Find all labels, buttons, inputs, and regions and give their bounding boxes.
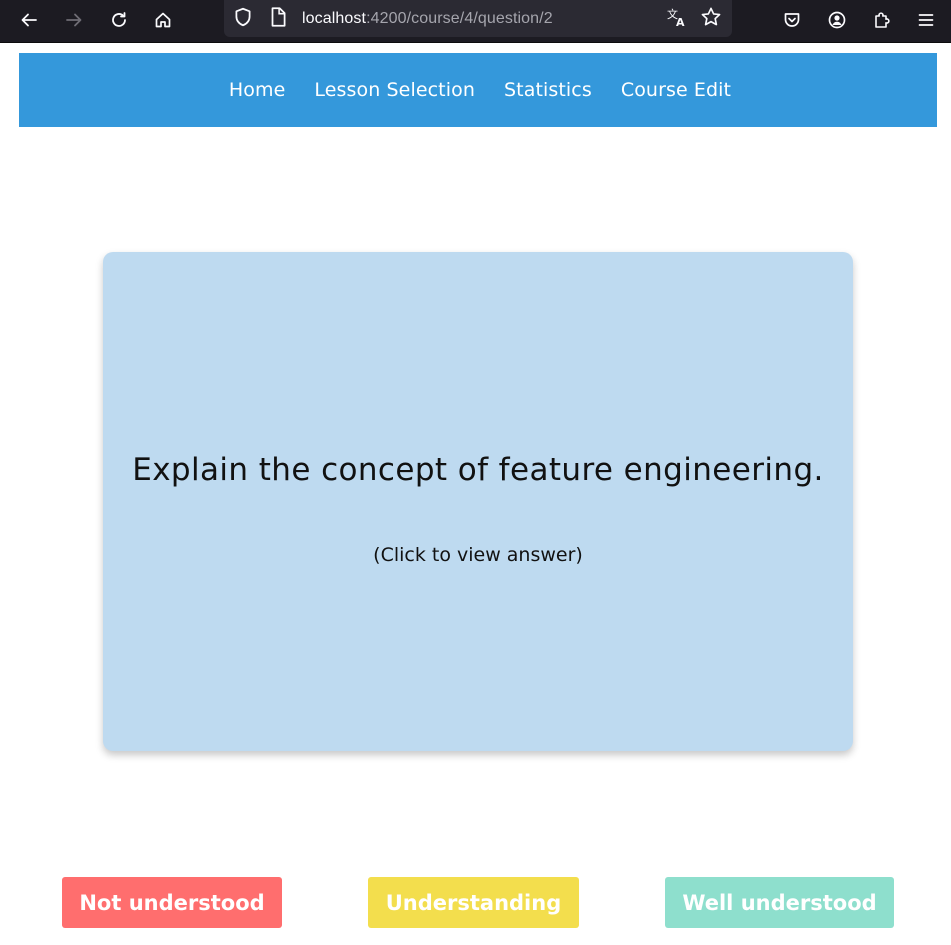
puzzle-icon[interactable] <box>867 5 897 35</box>
main-nav: Home Lesson Selection Statistics Course … <box>19 53 937 127</box>
url-host: localhost <box>302 10 367 27</box>
pocket-icon[interactable] <box>777 5 807 35</box>
url-bar[interactable]: localhost:4200/course/4/question/2 文A <box>224 0 732 37</box>
view-answer-hint: (Click to view answer) <box>373 544 583 566</box>
nav-link-course-edit[interactable]: Course Edit <box>621 79 731 101</box>
well-understood-button[interactable]: Well understood <box>665 877 894 928</box>
understanding-button[interactable]: Understanding <box>368 877 579 928</box>
browser-toolbar: localhost:4200/course/4/question/2 文A <box>0 0 951 43</box>
account-icon[interactable] <box>822 5 852 35</box>
home-icon[interactable] <box>148 5 178 35</box>
shield-icon[interactable] <box>232 6 254 32</box>
page-icon <box>268 6 288 32</box>
not-understood-button[interactable]: Not understood <box>62 877 282 928</box>
url-path: :4200/course/4/question/2 <box>366 10 553 27</box>
back-arrow-icon[interactable] <box>14 5 44 35</box>
svg-text:A: A <box>676 16 685 28</box>
hamburger-menu-icon[interactable] <box>911 5 941 35</box>
forward-arrow-icon[interactable] <box>59 5 89 35</box>
question-text: Explain the concept of feature engineeri… <box>132 452 824 488</box>
url-text[interactable]: localhost:4200/course/4/question/2 <box>302 9 553 29</box>
star-icon[interactable] <box>700 6 722 32</box>
nav-link-home[interactable]: Home <box>229 79 286 101</box>
question-flashcard[interactable]: Explain the concept of feature engineeri… <box>103 252 853 751</box>
nav-link-statistics[interactable]: Statistics <box>504 79 592 101</box>
translate-icon[interactable]: 文A <box>666 6 688 32</box>
nav-link-lesson-selection[interactable]: Lesson Selection <box>314 79 475 101</box>
reload-icon[interactable] <box>104 5 134 35</box>
